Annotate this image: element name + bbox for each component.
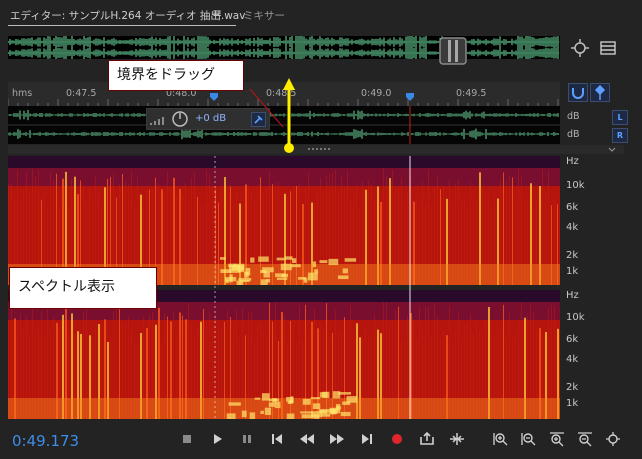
zoom-in-amplitude-icon[interactable] <box>492 431 510 447</box>
pause-button[interactable] <box>238 431 256 447</box>
skip-to-end-button[interactable] <box>358 431 376 447</box>
loop-output-icon[interactable] <box>418 431 436 447</box>
zoom-full-icon[interactable] <box>604 431 622 447</box>
stop-button[interactable] <box>178 431 196 447</box>
play-button[interactable] <box>208 431 226 447</box>
zoom-out-amplitude-icon[interactable] <box>520 431 538 447</box>
drag-arrow-dot <box>284 143 294 153</box>
current-timecode[interactable]: 0:49.173 <box>12 432 79 450</box>
transport-bar <box>0 423 642 459</box>
callout-drag-boundary: 境界をドラッグ <box>108 60 244 91</box>
zoom-out-time-icon[interactable] <box>576 431 594 447</box>
rewind-button[interactable] <box>298 431 316 447</box>
drag-arrow-head <box>283 78 295 90</box>
callout-leader-line <box>249 88 284 128</box>
callout-spectral-display: スペクトル表示 <box>9 267 157 309</box>
skip-to-start-button[interactable] <box>268 431 286 447</box>
overlay-annotations <box>214 78 411 419</box>
skip-selection-icon[interactable] <box>448 431 466 447</box>
zoom-in-time-icon[interactable] <box>548 431 566 447</box>
record-button[interactable] <box>388 431 406 447</box>
fast-forward-button[interactable] <box>328 431 346 447</box>
